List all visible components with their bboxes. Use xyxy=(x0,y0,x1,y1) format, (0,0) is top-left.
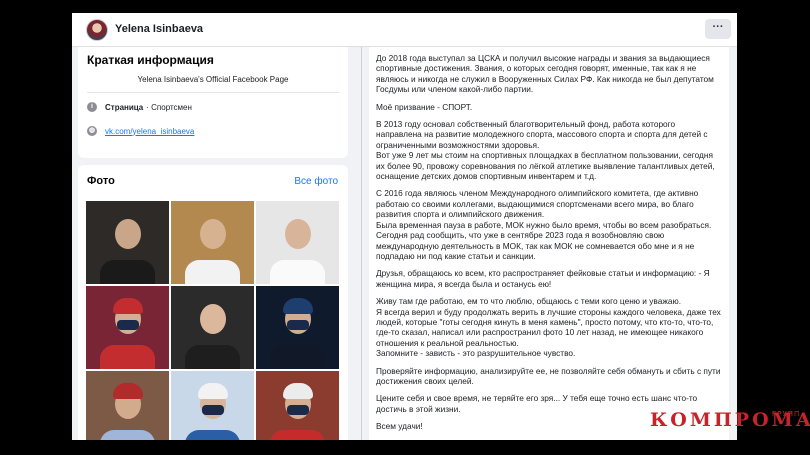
photos-title: Фото xyxy=(87,175,115,187)
post-paragraph: В 2013 году основал собственный благотво… xyxy=(376,119,715,182)
website-link[interactable]: vk.com/yelena_isinbaeva xyxy=(105,127,194,136)
post-paragraph: Проверяйте информацию, анализируйте ее, … xyxy=(376,365,721,386)
photo-thumbnail[interactable] xyxy=(256,201,339,284)
more-options-button[interactable]: ··· xyxy=(705,19,731,39)
photo-thumbnail[interactable] xyxy=(256,371,339,440)
post-paragraph: Друзья, обращаюсь ко всем, кто распростр… xyxy=(376,268,710,289)
info-icon: i xyxy=(87,102,97,112)
intro-card: Краткая информация Yelena Isinbaeva's Of… xyxy=(78,47,348,158)
photo-thumbnail[interactable] xyxy=(256,286,339,369)
photo-thumbnail[interactable] xyxy=(171,371,254,440)
post-text: До 2018 года выступал за ЦСКА и получил … xyxy=(369,47,729,432)
page-header: Yelena Isinbaeva ··· xyxy=(72,13,737,47)
post-paragraph: До 2018 года выступал за ЦСКА и получил … xyxy=(376,53,714,95)
category-label: Страница xyxy=(105,102,144,112)
post-paragraph: Моё призвание - СПОРТ. xyxy=(376,101,473,112)
facebook-window: Yelena Isinbaeva ··· Краткая информация … xyxy=(72,13,737,440)
photo-thumbnail[interactable] xyxy=(171,286,254,369)
column-divider xyxy=(361,47,362,440)
divider xyxy=(87,92,339,93)
photo-grid xyxy=(86,201,339,440)
category-value: · Спортсмен xyxy=(146,102,192,112)
website-row: ◍ vk.com/yelena_isinbaeva xyxy=(87,126,194,136)
watermark-small: ГРУПП xyxy=(772,410,801,418)
left-column: Краткая информация Yelena Isinbaeva's Of… xyxy=(78,47,348,440)
post-paragraph: Живу там где работаю, ем то что люблю, о… xyxy=(376,296,721,359)
intro-title: Краткая информация xyxy=(87,53,214,67)
photo-thumbnail[interactable] xyxy=(86,371,169,440)
photo-thumbnail[interactable] xyxy=(86,286,169,369)
photos-card: Фото Все фото xyxy=(78,165,348,440)
photo-thumbnail[interactable] xyxy=(86,201,169,284)
avatar[interactable] xyxy=(86,19,108,41)
photo-thumbnail[interactable] xyxy=(171,201,254,284)
globe-icon: ◍ xyxy=(87,126,97,136)
page-description: Yelena Isinbaeva's Official Facebook Pag… xyxy=(137,75,289,84)
post-content: До 2018 года выступал за ЦСКА и получил … xyxy=(369,47,729,440)
post-paragraph: С 2016 года являюсь членом Международног… xyxy=(376,188,712,261)
category-row: i Страница · Спортсмен xyxy=(87,102,192,112)
see-all-photos-link[interactable]: Все фото xyxy=(294,176,338,187)
page-name[interactable]: Yelena Isinbaeva xyxy=(115,23,203,35)
